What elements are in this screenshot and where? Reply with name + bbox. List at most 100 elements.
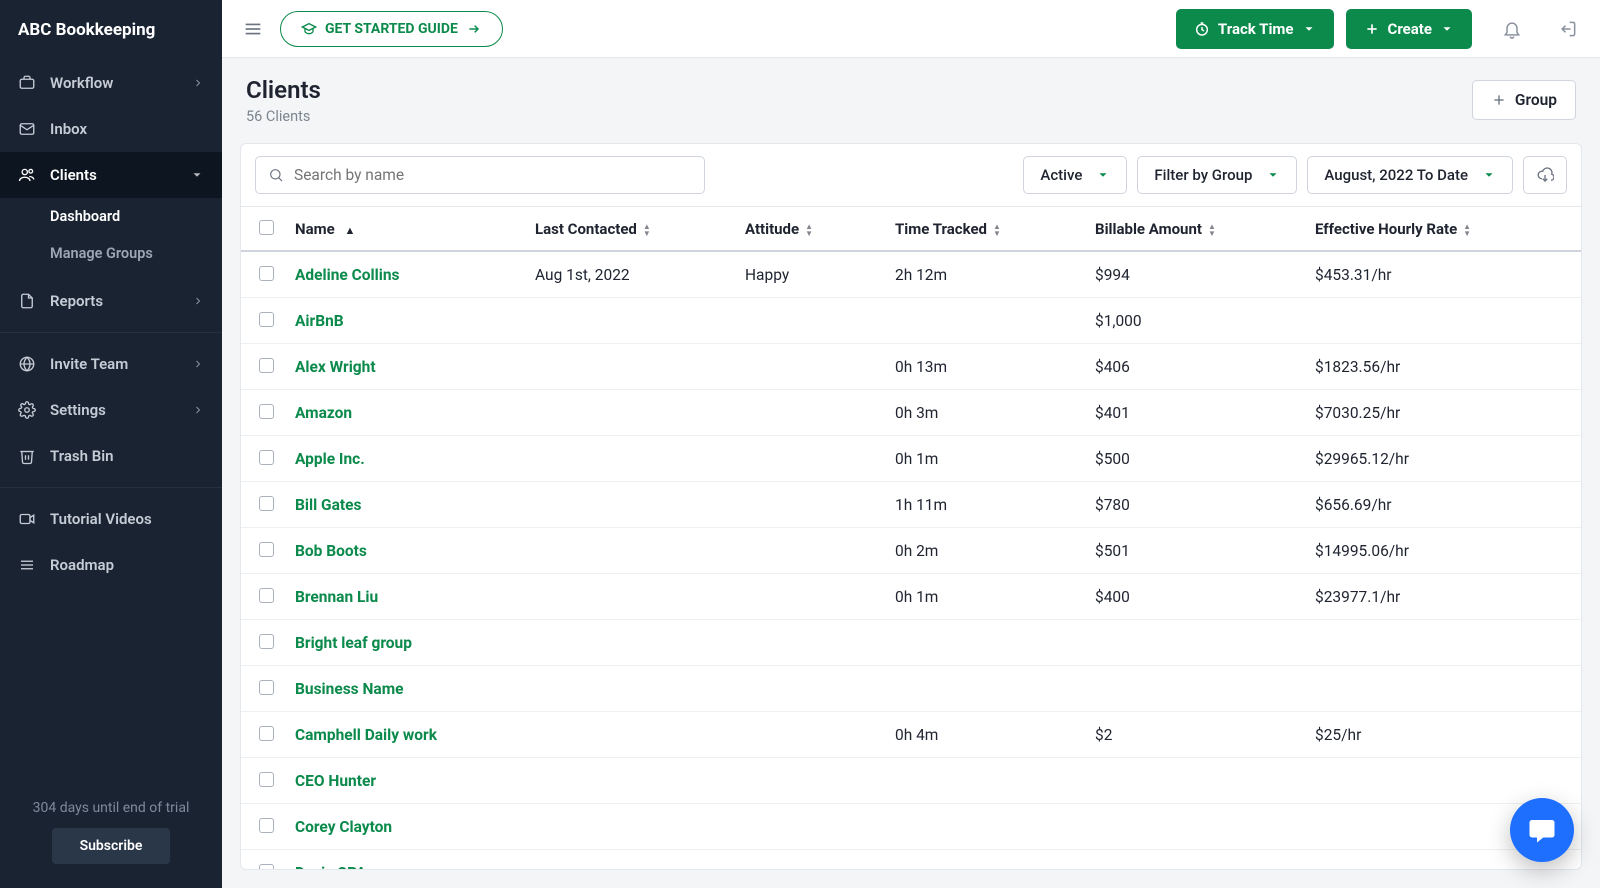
- col-time-tracked[interactable]: Time Tracked▲▼: [885, 207, 1085, 251]
- get-started-guide-button[interactable]: GET STARTED GUIDE: [280, 11, 503, 47]
- track-time-button[interactable]: Track Time: [1176, 9, 1334, 49]
- client-link[interactable]: Camphell Daily work: [295, 726, 437, 744]
- sidebar-sub-dashboard[interactable]: Dashboard: [0, 198, 222, 235]
- row-checkbox[interactable]: [259, 404, 274, 419]
- row-checkbox[interactable]: [259, 634, 274, 649]
- brand-name: ABC Bookkeeping: [0, 0, 222, 60]
- sidebar-item-workflow[interactable]: Workflow: [0, 60, 222, 106]
- client-link[interactable]: Apple Inc.: [295, 450, 365, 468]
- client-link[interactable]: Davis CPA: [295, 864, 366, 870]
- cell-attitude: [735, 574, 885, 620]
- chevron-right-icon: [192, 358, 204, 370]
- row-checkbox[interactable]: [259, 726, 274, 741]
- select-all-checkbox[interactable]: [259, 220, 274, 235]
- cell-billable: $780: [1085, 482, 1305, 528]
- col-name[interactable]: Name ▲: [285, 207, 525, 251]
- cell-last-contacted: [525, 436, 735, 482]
- client-link[interactable]: Adeline Collins: [295, 266, 399, 284]
- sort-icon: ▲▼: [993, 223, 1001, 237]
- cloud-download-icon: [1536, 166, 1554, 184]
- cell-last-contacted: [525, 344, 735, 390]
- download-button[interactable]: [1523, 156, 1567, 194]
- client-link[interactable]: Bill Gates: [295, 496, 362, 514]
- sidebar-item-trash[interactable]: Trash Bin: [0, 433, 222, 479]
- cell-attitude: Happy: [735, 251, 885, 298]
- client-link[interactable]: Bright leaf group: [295, 634, 412, 652]
- sidebar-item-invite-team[interactable]: Invite Team: [0, 341, 222, 387]
- row-checkbox[interactable]: [259, 496, 274, 511]
- sidebar-sub-manage-groups[interactable]: Manage Groups: [0, 235, 222, 272]
- cell-rate: [1305, 298, 1581, 344]
- col-last-contacted[interactable]: Last Contacted▲▼: [525, 207, 735, 251]
- row-checkbox[interactable]: [259, 818, 274, 833]
- row-checkbox[interactable]: [259, 450, 274, 465]
- plus-icon: [1364, 21, 1380, 37]
- client-link[interactable]: Brennan Liu: [295, 588, 378, 606]
- cell-attitude: [735, 620, 885, 666]
- row-checkbox[interactable]: [259, 588, 274, 603]
- add-group-button[interactable]: Group: [1472, 80, 1576, 120]
- sidebar-item-settings[interactable]: Settings: [0, 387, 222, 433]
- client-link[interactable]: Business Name: [295, 680, 404, 698]
- col-rate[interactable]: Effective Hourly Rate▲▼: [1305, 207, 1581, 251]
- cell-time: [885, 298, 1085, 344]
- cell-name: Camphell Daily work: [285, 712, 525, 758]
- client-link[interactable]: Alex Wright: [295, 358, 376, 376]
- group-filter[interactable]: Filter by Group: [1137, 156, 1297, 194]
- table-row: AirBnB $1,000: [241, 298, 1581, 344]
- table-scroll[interactable]: Name ▲ Last Contacted▲▼ Attitude▲▼ Time …: [241, 207, 1581, 869]
- logout-icon[interactable]: [1552, 13, 1584, 45]
- graduation-icon: [301, 21, 317, 37]
- briefcase-icon: [18, 74, 36, 92]
- group-filter-label: Filter by Group: [1154, 166, 1252, 184]
- row-checkbox[interactable]: [259, 680, 274, 695]
- cell-rate: [1305, 666, 1581, 712]
- row-checkbox[interactable]: [259, 312, 274, 327]
- chat-icon: [1527, 815, 1557, 845]
- row-checkbox[interactable]: [259, 358, 274, 373]
- table-row: Bill Gates 1h 11m $780 $656.69/hr: [241, 482, 1581, 528]
- bell-icon[interactable]: [1496, 13, 1528, 45]
- row-checkbox[interactable]: [259, 542, 274, 557]
- chat-fab[interactable]: [1510, 798, 1574, 862]
- col-billable[interactable]: Billable Amount▲▼: [1085, 207, 1305, 251]
- client-link[interactable]: CEO Hunter: [295, 772, 376, 790]
- sidebar-item-tutorial[interactable]: Tutorial Videos: [0, 496, 222, 542]
- row-checkbox[interactable]: [259, 772, 274, 787]
- row-checkbox[interactable]: [259, 864, 274, 869]
- trial-text: 304 days until end of trial: [18, 800, 204, 816]
- chevron-down-icon: [1482, 168, 1496, 182]
- table-row: Bob Boots 0h 2m $501 $14995.06/hr: [241, 528, 1581, 574]
- sidebar-item-clients[interactable]: Clients: [0, 152, 222, 198]
- video-icon: [18, 510, 36, 528]
- cell-attitude: [735, 850, 885, 870]
- client-link[interactable]: Amazon: [295, 404, 352, 422]
- table-row: Business Name: [241, 666, 1581, 712]
- create-button[interactable]: Create: [1346, 9, 1472, 49]
- search-box[interactable]: [255, 156, 705, 194]
- sidebar-item-reports[interactable]: Reports: [0, 278, 222, 324]
- sidebar-item-roadmap[interactable]: Roadmap: [0, 542, 222, 588]
- cell-name: Amazon: [285, 390, 525, 436]
- cell-billable: $994: [1085, 251, 1305, 298]
- cell-billable: [1085, 850, 1305, 870]
- client-link[interactable]: Corey Clayton: [295, 818, 392, 836]
- chevron-down-icon: [190, 168, 204, 182]
- date-filter[interactable]: August, 2022 To Date: [1307, 156, 1513, 194]
- table-row: Bright leaf group: [241, 620, 1581, 666]
- search-input[interactable]: [294, 166, 692, 184]
- sidebar-item-inbox[interactable]: Inbox: [0, 106, 222, 152]
- cell-billable: $400: [1085, 574, 1305, 620]
- track-time-label: Track Time: [1218, 20, 1294, 38]
- hamburger-icon[interactable]: [238, 14, 268, 44]
- subscribe-button[interactable]: Subscribe: [52, 828, 171, 864]
- cell-name: CEO Hunter: [285, 758, 525, 804]
- col-attitude[interactable]: Attitude▲▼: [735, 207, 885, 251]
- status-filter[interactable]: Active: [1023, 156, 1127, 194]
- cell-name: Davis CPA: [285, 850, 525, 870]
- cell-name: Bill Gates: [285, 482, 525, 528]
- row-checkbox[interactable]: [259, 266, 274, 281]
- client-link[interactable]: Bob Boots: [295, 542, 367, 560]
- sidebar-item-label: Clients: [50, 166, 97, 184]
- client-link[interactable]: AirBnB: [295, 312, 344, 330]
